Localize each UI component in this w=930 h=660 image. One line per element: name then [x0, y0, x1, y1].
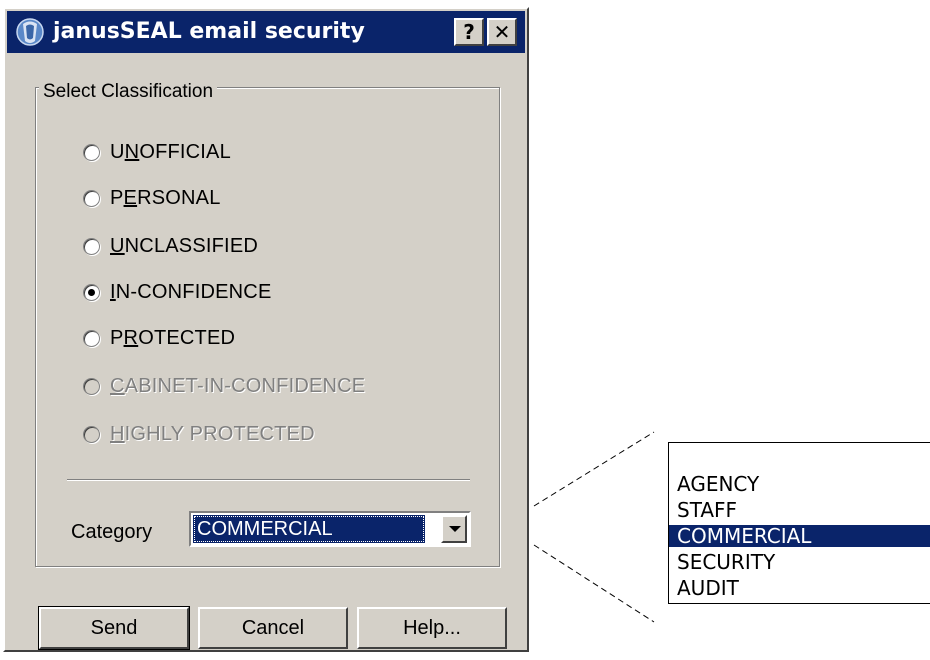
dropdown-list-item[interactable]: STAFF	[677, 499, 737, 521]
category-dropdown-list[interactable]: AGENCY STAFF COMMERCIAL SECURITY AUDIT	[668, 442, 930, 604]
dropdown-list-item[interactable]: COMMERCIAL	[669, 525, 930, 547]
dropdown-list-item[interactable]: AUDIT	[677, 577, 739, 599]
dropdown-list-item[interactable]: AGENCY	[677, 473, 759, 495]
dropdown-list-item[interactable]: SECURITY	[677, 551, 775, 573]
